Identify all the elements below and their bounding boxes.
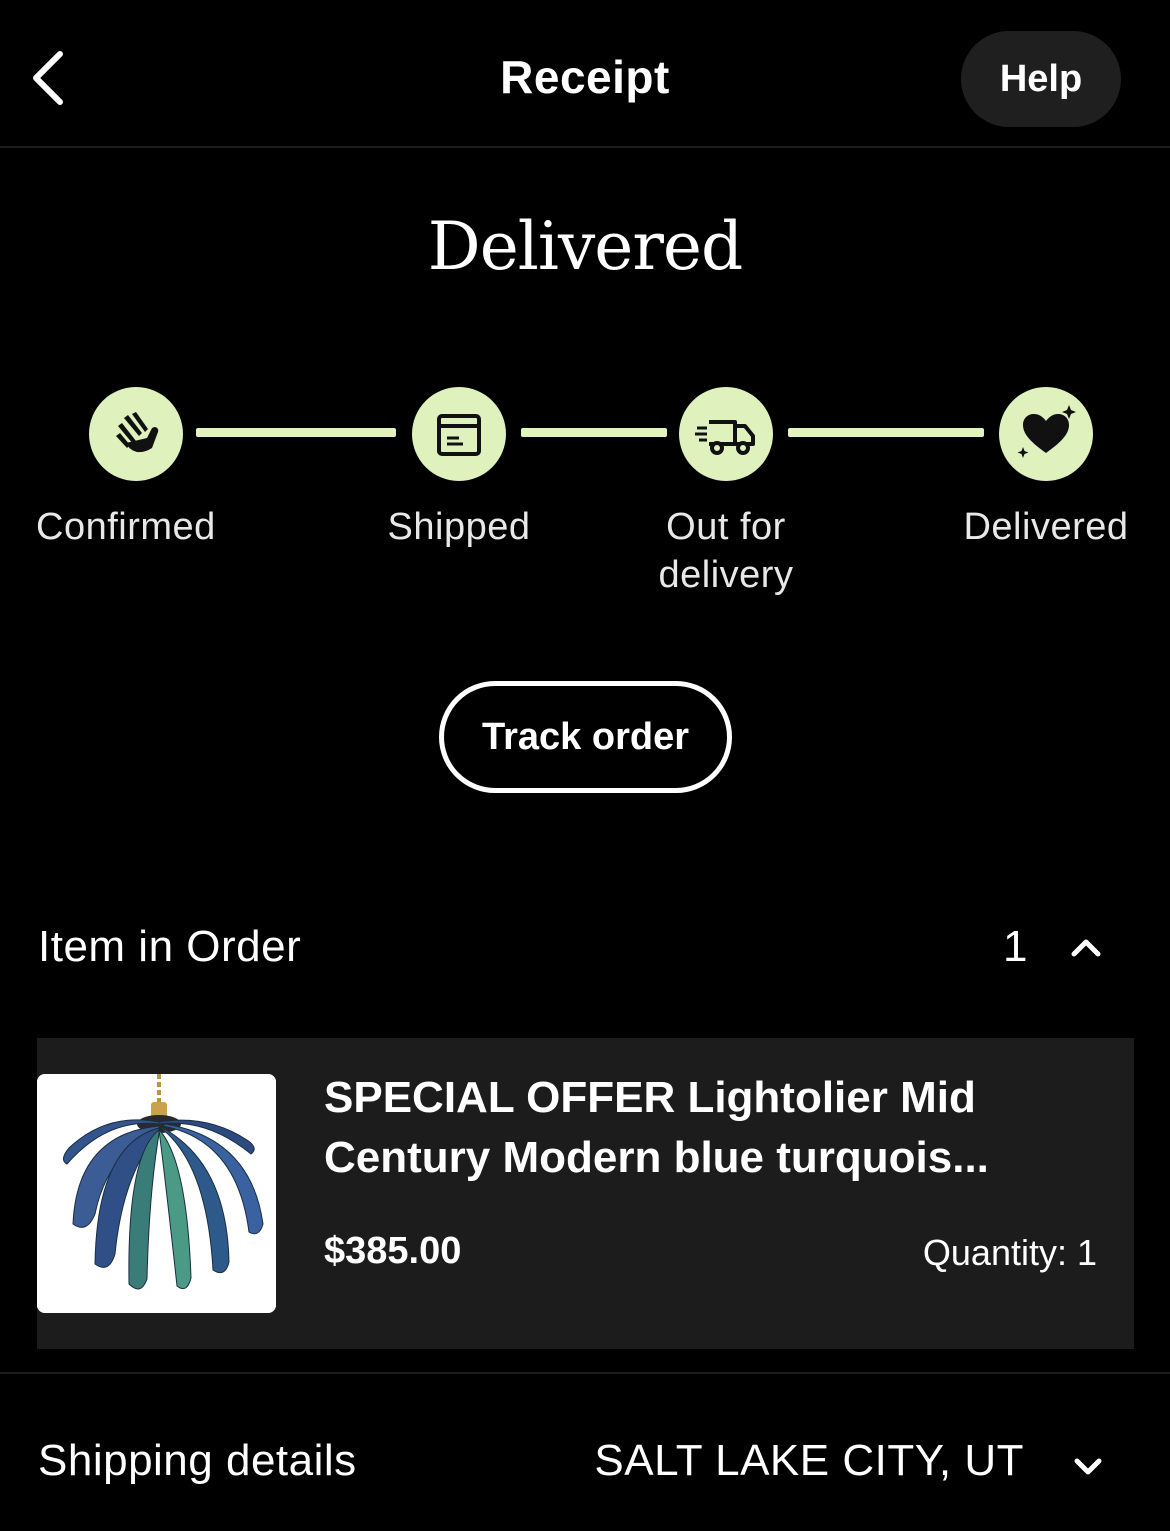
step-label-out-for-delivery: Out for delivery bbox=[626, 503, 826, 599]
delivery-truck-icon bbox=[695, 420, 755, 455]
heart-sparkle-icon bbox=[1017, 405, 1076, 458]
step-label-line: delivery bbox=[658, 554, 794, 596]
pendant-lamp-image bbox=[37, 1074, 276, 1313]
step-out-for-delivery bbox=[679, 387, 773, 481]
shipping-location: SALT LAKE CITY, UT bbox=[594, 1436, 1024, 1485]
step-label-shipped: Shipped bbox=[387, 506, 531, 548]
order-status-heading: Delivered bbox=[427, 208, 743, 285]
item-thumbnail bbox=[37, 1074, 276, 1313]
progress-connector bbox=[788, 428, 984, 437]
item-quantity: Quantity: 1 bbox=[922, 1232, 1097, 1273]
items-count: 1 bbox=[1003, 922, 1028, 971]
top-bar: Receipt Help bbox=[0, 0, 1170, 148]
help-button[interactable]: Help bbox=[961, 31, 1121, 127]
waving-hand-icon bbox=[116, 412, 159, 453]
step-label-delivered: Delivered bbox=[963, 506, 1129, 548]
step-delivered bbox=[999, 387, 1093, 481]
chevron-down-icon bbox=[1074, 1458, 1102, 1475]
progress-connector bbox=[521, 428, 667, 437]
step-shipped bbox=[412, 387, 506, 481]
package-icon bbox=[437, 414, 481, 456]
shipping-details-row[interactable]: Shipping details SALT LAKE CITY, UT bbox=[0, 1412, 1170, 1512]
shipping-details-label: Shipping details bbox=[38, 1436, 357, 1485]
section-divider bbox=[0, 1372, 1170, 1374]
item-price: $385.00 bbox=[324, 1230, 462, 1272]
step-label-confirmed: Confirmed bbox=[36, 506, 216, 548]
items-section-header[interactable]: Item in Order 1 bbox=[0, 900, 1170, 996]
progress-connector bbox=[196, 428, 396, 437]
step-label-line: Out for bbox=[666, 506, 786, 548]
track-order-button[interactable]: Track order bbox=[439, 681, 732, 793]
items-section-title: Item in Order bbox=[38, 922, 302, 971]
chevron-up-icon bbox=[1071, 939, 1101, 957]
order-item-card[interactable]: SPECIAL OFFER Lightolier Mid Century Mod… bbox=[37, 1038, 1134, 1349]
step-confirmed bbox=[89, 387, 183, 481]
item-title: SPECIAL OFFER Lightolier Mid Century Mod… bbox=[324, 1073, 989, 1182]
